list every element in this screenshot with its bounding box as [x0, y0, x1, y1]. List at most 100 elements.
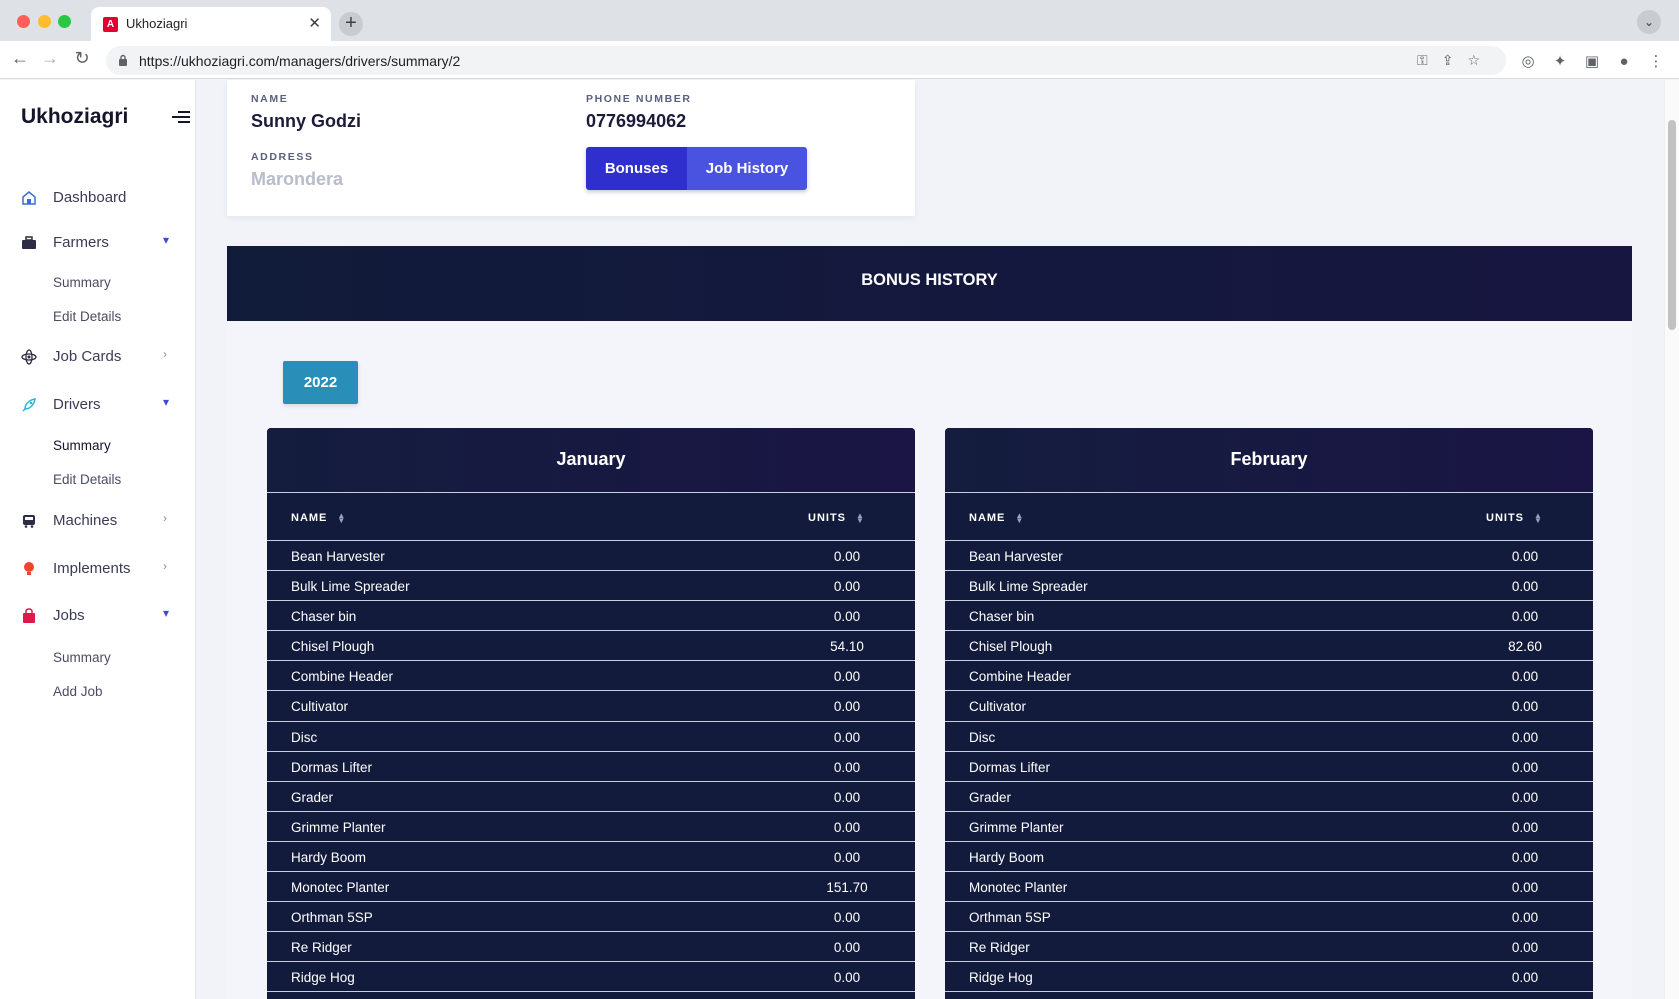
side-panel-icon[interactable]: ▣	[1576, 52, 1608, 70]
sidebar-subitem-jobs-summary[interactable]: Summary	[53, 650, 111, 665]
sidebar-subitem-drivers-summary[interactable]: Summary	[53, 438, 111, 453]
profile-avatar-icon[interactable]: ●	[1608, 53, 1640, 70]
row-units: 0.00	[833, 609, 861, 625]
atom-icon	[21, 349, 37, 365]
row-name: Grimme Planter	[291, 819, 386, 835]
brand-logo-text[interactable]: Ukhoziagri	[21, 105, 128, 129]
chevron-right-icon: ›	[163, 347, 167, 361]
row-units: 0.00	[1511, 819, 1539, 835]
sidebar-item-job-cards[interactable]: Job Cards ›	[0, 342, 195, 372]
browser-tab[interactable]: A Ukhoziagri ✕	[91, 7, 331, 41]
table-row: Grader 0.00	[945, 782, 1593, 812]
column-header-name[interactable]: NAME ▲ ▼	[969, 511, 1024, 526]
sidebar-subitem-drivers-edit-details[interactable]: Edit Details	[53, 472, 121, 487]
row-units: 0.00	[1511, 549, 1539, 564]
row-units: 0.00	[1511, 699, 1539, 715]
forward-arrow-icon[interactable]: →	[38, 48, 62, 69]
address-label: ADDRESS	[251, 151, 314, 163]
new-tab-button[interactable]: +	[339, 12, 363, 36]
hamburger-menu-icon[interactable]	[172, 111, 190, 125]
row-name: Chaser bin	[969, 609, 1035, 625]
row-units: 0.00	[833, 699, 861, 715]
table-body: Bean Harvester 0.00 Bulk Lime Spreader 0.0…	[267, 541, 915, 993]
column-header-units[interactable]: UNITS ▲ ▼	[1486, 512, 1542, 525]
page-scrollbar[interactable]	[1664, 80, 1679, 999]
angular-favicon-icon: A	[103, 17, 118, 32]
table-row: Grimme Planter 0.00	[267, 812, 915, 842]
sidebar-subitem-farmers-edit-details[interactable]: Edit Details	[53, 309, 121, 324]
sidebar-item-machines[interactable]: Machines ›	[0, 506, 195, 536]
sidebar-item-label: Farmers	[53, 234, 109, 251]
table-row: Grimme Planter 0.00	[945, 812, 1593, 842]
window-close-button[interactable]	[17, 15, 30, 28]
column-header-units[interactable]: UNITS ▲ ▼	[808, 511, 864, 526]
row-name: Grimme Planter	[969, 819, 1064, 835]
tab-close-icon[interactable]: ✕	[308, 14, 321, 32]
row-name: Hardy Boom	[969, 849, 1045, 865]
table-row: Bean Harvester 0.00	[945, 541, 1593, 572]
table-row: Chisel Plough 82.60	[945, 631, 1593, 662]
row-units: 0.00	[1511, 759, 1539, 775]
bonuses-button[interactable]: Bonuses	[586, 147, 687, 190]
sidebar: Ukhoziagri Dashboard Farmers ▾ Summary E…	[0, 80, 196, 999]
name-label: NAME	[251, 93, 289, 105]
share-icon[interactable]: ⇪	[1442, 52, 1468, 68]
chevron-right-icon: ›	[163, 559, 167, 573]
sidebar-item-dashboard[interactable]: Dashboard	[0, 183, 195, 213]
table-row: Cultivator 0.00	[945, 691, 1593, 722]
row-name: Combine Header	[969, 669, 1072, 685]
table-row: Chisel Plough 54.10	[267, 631, 915, 662]
sidebar-item-label: Job Cards	[53, 348, 122, 365]
row-units: 0.00	[1511, 970, 1539, 986]
url-text: https://ukhoziagri.com/managers/drivers/…	[139, 53, 461, 69]
omnibox-icons: ⚿⇪☆	[1417, 52, 1494, 69]
sort-icon: ▲ ▼	[1015, 511, 1024, 526]
address-bar[interactable]: https://ukhoziagri.com/managers/drivers/…	[106, 46, 1506, 75]
tab-search-chevron-icon[interactable]: ⌄	[1637, 10, 1661, 34]
browser-tab-bar: A Ukhoziagri ✕ + ⌄	[0, 0, 1679, 41]
bonus-history-title: BONUS HISTORY	[861, 271, 998, 289]
table-row: Combine Header 0.00	[945, 661, 1593, 692]
row-name: Combine Header	[291, 669, 394, 685]
year-2022-button[interactable]: 2022	[283, 361, 358, 404]
table-row: Monotec Planter 0.00	[945, 872, 1593, 903]
table-header-row: NAME ▲ ▼ UNITS ▲ ▼	[945, 493, 1593, 541]
sort-icon: ▲ ▼	[337, 511, 346, 526]
browser-toolbar: ← → ↻ https://ukhoziagri.com/managers/dr…	[0, 41, 1679, 79]
row-units: 151.70	[826, 880, 868, 896]
row-name: Bean Harvester	[969, 549, 1063, 564]
window-zoom-button[interactable]	[58, 15, 71, 28]
kebab-menu-icon[interactable]: ⋮	[1640, 52, 1672, 70]
job-history-button[interactable]: Job History	[687, 147, 807, 190]
scrollbar-thumb[interactable]	[1668, 120, 1676, 330]
table-row: Monotec Planter 151.70	[267, 872, 915, 903]
bookmark-star-icon[interactable]: ☆	[1467, 52, 1494, 68]
sidebar-subitem-farmers-summary[interactable]: Summary	[53, 275, 111, 290]
column-header-name[interactable]: NAME ▲ ▼	[291, 511, 346, 526]
table-row: Ridge Hog 0.00	[945, 962, 1593, 993]
sort-icon: ▲ ▼	[856, 511, 864, 526]
month-title: February	[1230, 449, 1308, 469]
sidebar-subitem-jobs-add-job[interactable]: Add Job	[53, 684, 103, 699]
table-row: Re Ridger 0.00	[267, 932, 915, 963]
table-row: Chaser bin 0.00	[267, 601, 915, 632]
row-name: Orthman 5SP	[291, 910, 373, 926]
puzzle-icon[interactable]: ✦	[1544, 52, 1576, 70]
row-units: 54.10	[830, 639, 864, 655]
table-row: Bulk Lime Spreader 0.00	[267, 571, 915, 602]
sidebar-item-jobs[interactable]: Jobs ▾	[0, 601, 195, 631]
window-minimize-button[interactable]	[38, 15, 51, 28]
back-arrow-icon[interactable]: ←	[8, 48, 32, 69]
sidebar-item-implements[interactable]: Implements ›	[0, 554, 195, 584]
sidebar-item-farmers[interactable]: Farmers ▾	[0, 228, 195, 258]
table-row: Ridge Hog 0.00	[267, 962, 915, 993]
reload-icon[interactable]: ↻	[70, 48, 94, 69]
extension-g-icon[interactable]: ◎	[1512, 52, 1544, 70]
driver-address: Marondera	[251, 169, 344, 189]
row-units: 0.00	[1511, 789, 1539, 805]
table-row: Disc 0.00	[945, 722, 1593, 752]
key-icon[interactable]: ⚿	[1417, 52, 1442, 68]
sidebar-item-drivers[interactable]: Drivers ▾	[0, 390, 195, 420]
row-units: 0.00	[1511, 940, 1539, 956]
row-units: 0.00	[1511, 849, 1539, 865]
